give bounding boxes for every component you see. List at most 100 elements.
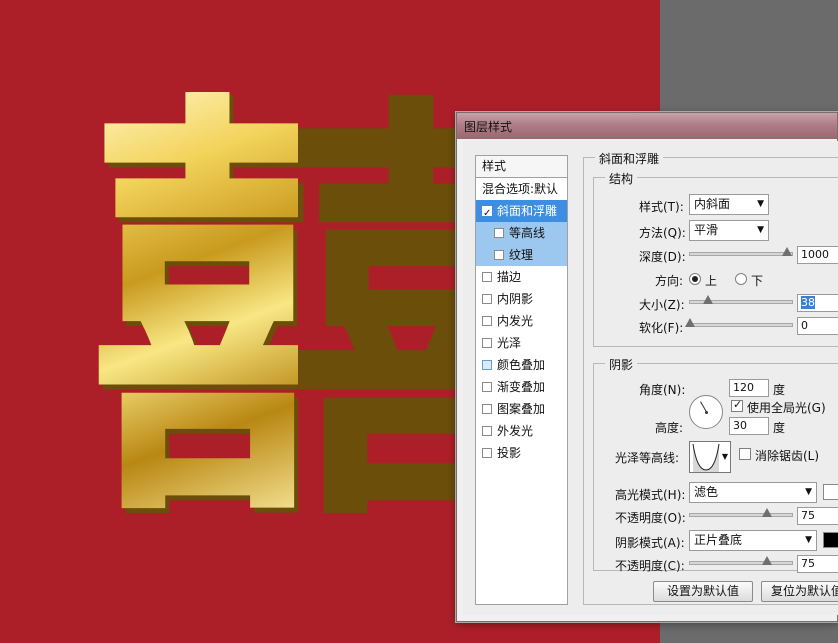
style-label: 样式(T): bbox=[639, 200, 684, 214]
style-item-pattern-overlay[interactable]: 图案叠加 bbox=[476, 398, 567, 420]
size-slider[interactable] bbox=[689, 295, 793, 304]
texture-checkbox[interactable] bbox=[494, 250, 504, 260]
technique-label: 方法(Q): bbox=[639, 226, 686, 240]
angle-label: 角度(N): bbox=[639, 383, 686, 397]
pattern-overlay-checkbox[interactable] bbox=[482, 404, 492, 414]
highlight-mode-value: 滤色 bbox=[694, 485, 719, 499]
size-input[interactable]: 38 bbox=[797, 294, 838, 312]
direction-down-radio[interactable] bbox=[735, 273, 747, 285]
style-item-label: 光泽 bbox=[497, 336, 522, 350]
gloss-contour-label: 光泽等高线: bbox=[615, 451, 680, 465]
style-item-label: 内发光 bbox=[497, 314, 534, 328]
style-item-satin[interactable]: 光泽 bbox=[476, 332, 567, 354]
angle-center bbox=[705, 411, 708, 414]
chevron-down-icon: ▼ bbox=[805, 487, 812, 497]
color-overlay-checkbox[interactable] bbox=[482, 360, 492, 370]
angle-unit: 度 bbox=[773, 383, 786, 397]
soften-slider[interactable] bbox=[685, 318, 793, 327]
style-dropdown[interactable]: 内斜面 ▼ bbox=[689, 194, 769, 215]
size-input-value: 38 bbox=[801, 296, 815, 309]
style-item-label: 等高线 bbox=[509, 226, 546, 240]
style-item-inner-glow[interactable]: 内发光 bbox=[476, 310, 567, 332]
bevel-settings-panel: 斜面和浮雕 结构 样式(T): 内斜面 ▼ 方法(Q): 平滑 ▼ 深度(D): 1… bbox=[577, 141, 838, 617]
style-item-drop-shadow[interactable]: 投影 bbox=[476, 442, 567, 464]
anti-alias-label: 消除锯齿(L) bbox=[755, 449, 820, 463]
highlight-opacity-label: 不透明度(O): bbox=[615, 511, 686, 525]
inner-shadow-checkbox[interactable] bbox=[482, 294, 492, 304]
direction-down-label: 下 bbox=[751, 274, 764, 288]
inner-glow-checkbox[interactable] bbox=[482, 316, 492, 326]
reset-default-button[interactable]: 复位为默认值 bbox=[761, 581, 838, 602]
style-item-inner-shadow[interactable]: 内阴影 bbox=[476, 288, 567, 310]
style-item-label: 纹理 bbox=[509, 248, 534, 262]
depth-slider[interactable] bbox=[689, 247, 793, 256]
altitude-label: 高度: bbox=[655, 421, 684, 435]
satin-checkbox[interactable] bbox=[482, 338, 492, 348]
shadow-opacity-input[interactable]: 75 bbox=[797, 555, 838, 573]
contour-curve-icon bbox=[691, 442, 721, 472]
chevron-down-icon: ▼ bbox=[757, 225, 764, 235]
outer-glow-checkbox[interactable] bbox=[482, 426, 492, 436]
highlight-opacity-slider[interactable] bbox=[689, 508, 793, 517]
shadow-opacity-slider[interactable] bbox=[689, 556, 793, 565]
dialog-body: 样式 混合选项:默认 斜面和浮雕 等高线 纹理 描边 内阴影 内发光 光泽 颜色… bbox=[463, 141, 838, 615]
technique-dropdown[interactable]: 平滑 ▼ bbox=[689, 220, 769, 241]
style-item-label: 投影 bbox=[497, 446, 522, 460]
style-item-color-overlay[interactable]: 颜色叠加 bbox=[476, 354, 567, 376]
style-item-label: 斜面和浮雕 bbox=[497, 204, 558, 218]
highlight-opacity-knob[interactable] bbox=[761, 508, 772, 517]
highlight-color-swatch[interactable] bbox=[823, 484, 838, 500]
direction-up-radio[interactable] bbox=[689, 273, 701, 285]
highlight-opacity-input[interactable]: 75 bbox=[797, 507, 838, 525]
shadow-mode-label: 阴影模式(A): bbox=[615, 536, 685, 550]
style-item-stroke[interactable]: 描边 bbox=[476, 266, 567, 288]
style-item-outer-glow[interactable]: 外发光 bbox=[476, 420, 567, 442]
depth-slider-knob[interactable] bbox=[781, 247, 792, 256]
size-slider-knob[interactable] bbox=[703, 295, 714, 304]
gloss-contour-picker[interactable]: ▼ bbox=[689, 441, 731, 473]
style-item-label: 图案叠加 bbox=[497, 402, 546, 416]
contour-checkbox[interactable] bbox=[494, 228, 504, 238]
soften-slider-knob[interactable] bbox=[685, 318, 695, 327]
soften-input[interactable]: 0 bbox=[797, 317, 838, 335]
style-dropdown-value: 内斜面 bbox=[694, 197, 731, 211]
style-item-texture[interactable]: 纹理 bbox=[476, 244, 567, 266]
angle-dial[interactable] bbox=[689, 395, 723, 429]
shadow-mode-value: 正片叠底 bbox=[694, 533, 743, 547]
style-item-label: 颜色叠加 bbox=[497, 358, 546, 372]
style-item-label: 渐变叠加 bbox=[497, 380, 546, 394]
depth-label: 深度(D): bbox=[639, 250, 686, 264]
style-item-bevel[interactable]: 斜面和浮雕 bbox=[476, 200, 567, 225]
style-list-header[interactable]: 样式 bbox=[476, 156, 567, 178]
anti-alias-checkbox[interactable] bbox=[739, 448, 751, 460]
shadow-opacity-knob[interactable] bbox=[761, 556, 772, 565]
shadow-color-swatch[interactable] bbox=[823, 532, 838, 548]
altitude-input[interactable]: 30 bbox=[729, 417, 769, 435]
angle-input[interactable]: 120 bbox=[729, 379, 769, 397]
drop-shadow-checkbox[interactable] bbox=[482, 448, 492, 458]
bevel-checkbox[interactable] bbox=[482, 203, 492, 225]
chevron-down-icon: ▼ bbox=[721, 452, 728, 461]
dialog-titlebar[interactable]: 图层样式 bbox=[457, 113, 837, 139]
highlight-mode-label: 高光模式(H): bbox=[615, 488, 686, 502]
depth-input[interactable]: 1000 bbox=[797, 246, 838, 264]
structure-title: 结构 bbox=[605, 170, 638, 187]
shadow-mode-dropdown[interactable]: 正片叠底 ▼ bbox=[689, 530, 817, 551]
style-item-label: 内阴影 bbox=[497, 292, 534, 306]
highlight-mode-dropdown[interactable]: 滤色 ▼ bbox=[689, 482, 817, 503]
style-item-contour[interactable]: 等高线 bbox=[476, 222, 567, 244]
global-light-checkbox[interactable] bbox=[731, 398, 743, 412]
stroke-checkbox[interactable] bbox=[482, 272, 492, 282]
xi-glyph: 囍 bbox=[88, 53, 528, 570]
make-default-button[interactable]: 设置为默认值 bbox=[653, 581, 753, 602]
style-list: 样式 混合选项:默认 斜面和浮雕 等高线 纹理 描边 内阴影 内发光 光泽 颜色… bbox=[475, 155, 568, 605]
layer-style-dialog: 图层样式 样式 混合选项:默认 斜面和浮雕 等高线 纹理 描边 内阴影 内发光 … bbox=[456, 112, 838, 622]
shadow-opacity-label: 不透明度(C): bbox=[615, 559, 685, 573]
technique-dropdown-value: 平滑 bbox=[694, 223, 719, 237]
blend-options-item[interactable]: 混合选项:默认 bbox=[476, 178, 567, 200]
global-light-label: 使用全局光(G) bbox=[747, 401, 826, 415]
gradient-overlay-checkbox[interactable] bbox=[482, 382, 492, 392]
soften-label: 软化(F): bbox=[639, 321, 684, 335]
style-item-gradient-overlay[interactable]: 渐变叠加 bbox=[476, 376, 567, 398]
altitude-unit: 度 bbox=[773, 421, 786, 435]
